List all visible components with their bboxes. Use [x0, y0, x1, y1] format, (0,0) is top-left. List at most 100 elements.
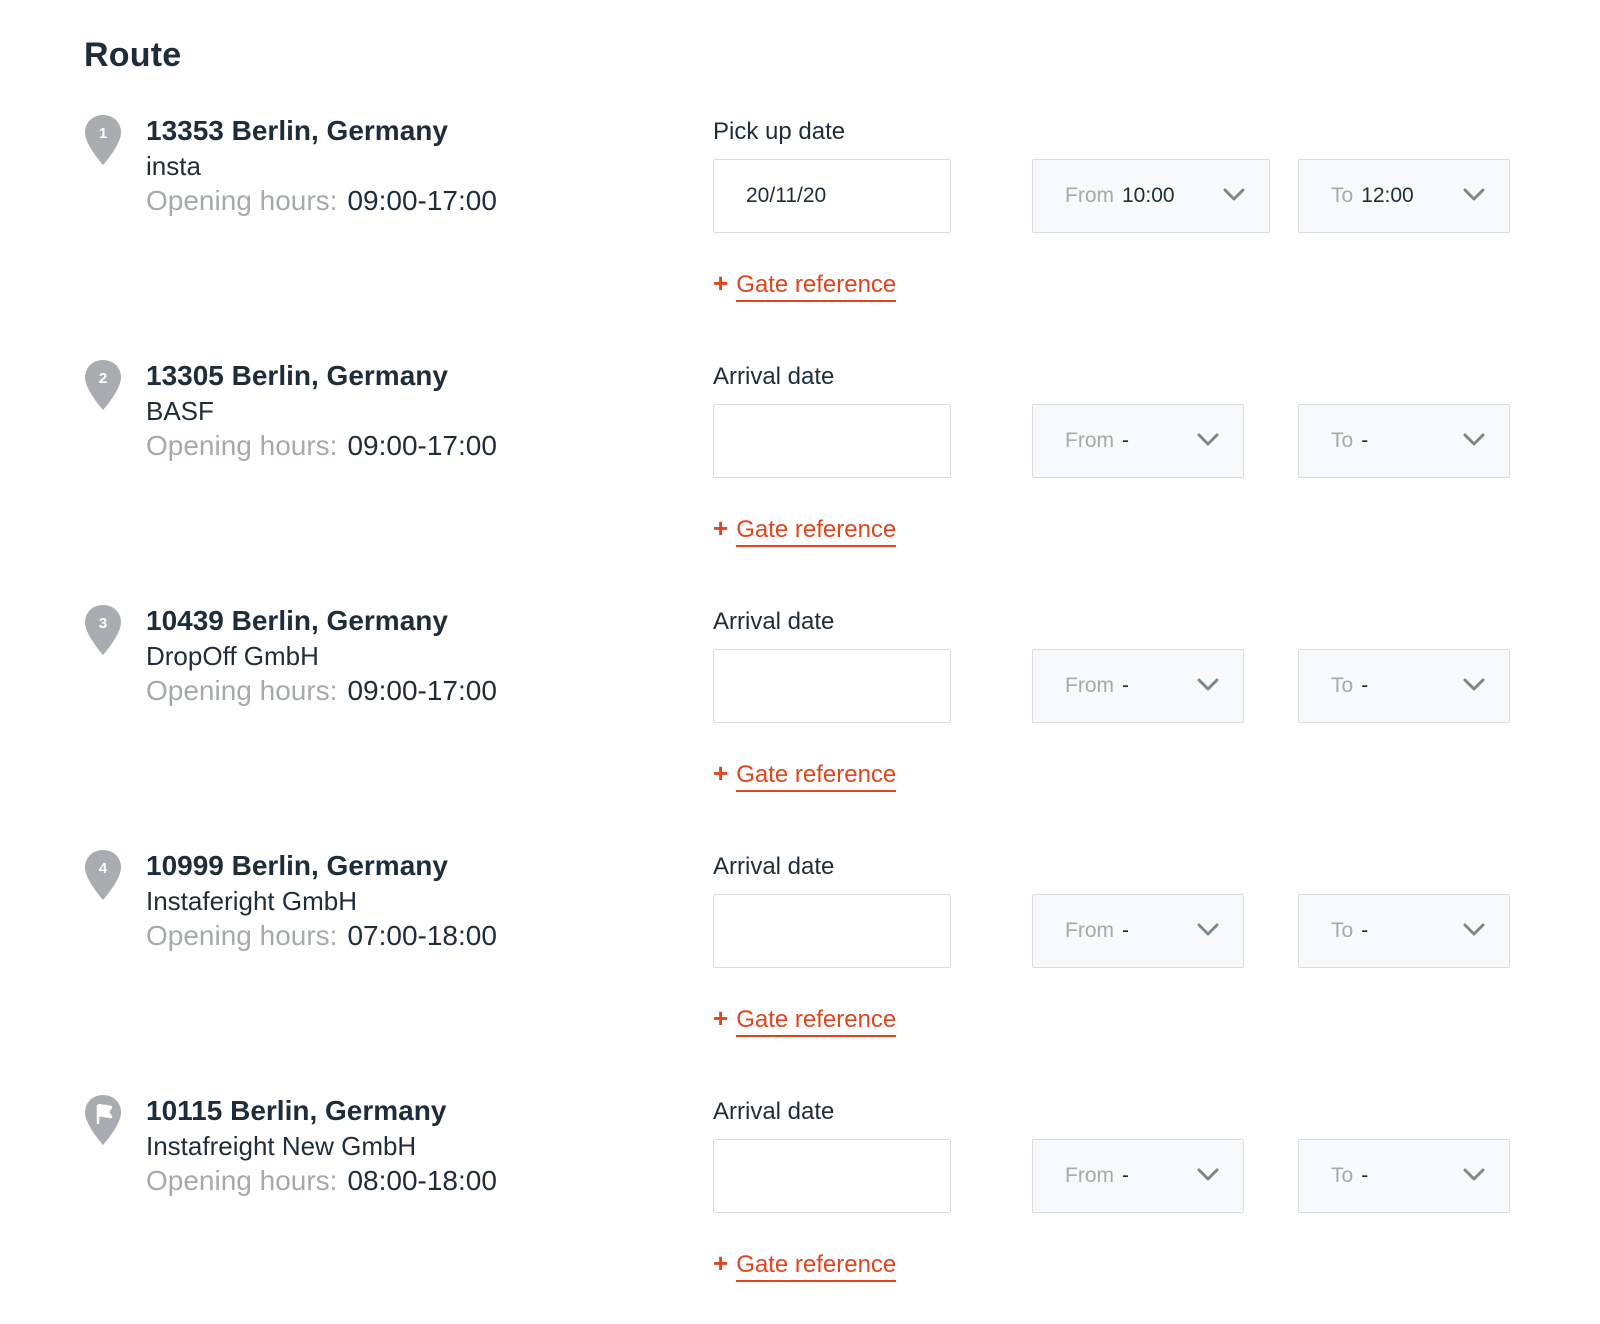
add-gate-reference-link[interactable]: + Gate reference: [713, 267, 897, 302]
pin-number: 1: [99, 125, 107, 142]
location-pin-icon: 3: [84, 604, 122, 656]
stop-company: insta: [146, 151, 201, 181]
to-value: -: [1361, 429, 1369, 452]
location-pin-icon: 1: [84, 114, 122, 166]
to-label: To: [1331, 184, 1354, 207]
opening-hours: Opening hours: 09:00-17:00: [146, 184, 497, 218]
page-title: Route: [84, 36, 182, 74]
stop-company: Instaferight GmbH: [146, 886, 357, 916]
route-stop: 10115 Berlin, Germany Instafreight New Gm…: [0, 1094, 1600, 1324]
date-input[interactable]: [713, 404, 951, 478]
opening-hours-value: 08:00-18:00: [347, 1165, 497, 1196]
date-label: Pick up date: [713, 118, 846, 145]
add-gate-reference-link[interactable]: + Gate reference: [713, 1247, 897, 1282]
plus-icon: +: [713, 758, 729, 788]
chevron-down-icon: [1197, 433, 1219, 446]
from-time-select[interactable]: From -: [1032, 1139, 1244, 1213]
chevron-down-icon: [1223, 188, 1245, 201]
from-time-select[interactable]: From -: [1032, 894, 1244, 968]
chevron-down-icon: [1463, 1168, 1485, 1181]
date-input[interactable]: [713, 894, 951, 968]
add-gate-reference-link[interactable]: + Gate reference: [713, 757, 897, 792]
flag-pin-icon: [84, 1094, 122, 1146]
to-time-select[interactable]: To -: [1298, 649, 1510, 723]
chevron-down-icon: [1463, 188, 1485, 201]
date-input[interactable]: [713, 1139, 951, 1213]
gate-reference-label: Gate reference: [736, 516, 897, 547]
location-pin-icon: 4: [84, 849, 122, 901]
add-gate-reference-link[interactable]: + Gate reference: [713, 1002, 897, 1037]
to-value: -: [1361, 919, 1369, 942]
from-value: -: [1122, 429, 1129, 452]
route-stop: 4 10999 Berlin, Germany Instaferight GmbH O…: [0, 849, 1600, 1079]
stop-company: DropOff GmbH: [146, 641, 319, 671]
route-stop: 3 10439 Berlin, Germany DropOff GmbH Openin…: [0, 604, 1600, 834]
to-label: To: [1331, 429, 1354, 452]
plus-icon: +: [713, 268, 729, 298]
stop-company: Instafreight New GmbH: [146, 1131, 417, 1161]
date-label: Arrival date: [713, 363, 835, 390]
from-time-select[interactable]: From -: [1032, 649, 1244, 723]
add-gate-reference-link[interactable]: + Gate reference: [713, 512, 897, 547]
location-pin-icon: 2: [84, 359, 122, 411]
route-stop: 2 13305 Berlin, Germany BASF Opening hours:…: [0, 359, 1600, 589]
opening-hours: Opening hours: 09:00-17:00: [146, 674, 497, 708]
opening-hours: Opening hours: 08:00-18:00: [146, 1164, 497, 1198]
date-input[interactable]: 20/11/20: [713, 159, 951, 233]
date-input[interactable]: [713, 649, 951, 723]
opening-hours-label: Opening hours:: [146, 430, 338, 461]
plus-icon: +: [713, 1248, 729, 1278]
from-value: 10:00: [1122, 184, 1175, 207]
from-label: From: [1065, 1164, 1114, 1187]
to-value: 12:00: [1361, 184, 1414, 207]
gate-reference-label: Gate reference: [736, 1006, 897, 1037]
opening-hours-label: Opening hours:: [146, 185, 338, 216]
date-label: Arrival date: [713, 608, 835, 635]
opening-hours-value: 09:00-17:00: [347, 675, 497, 706]
opening-hours-value: 07:00-18:00: [347, 920, 497, 951]
to-value: -: [1361, 1164, 1369, 1187]
to-time-select[interactable]: To 12:00: [1298, 159, 1510, 233]
plus-icon: +: [713, 1003, 729, 1033]
pin-number: 3: [99, 615, 107, 632]
opening-hours-value: 09:00-17:00: [347, 185, 497, 216]
to-label: To: [1331, 1164, 1354, 1187]
opening-hours-label: Opening hours:: [146, 920, 338, 951]
from-label: From: [1065, 184, 1114, 207]
from-label: From: [1065, 919, 1114, 942]
from-value: -: [1122, 919, 1129, 942]
chevron-down-icon: [1463, 433, 1485, 446]
pin-number: 2: [99, 370, 107, 387]
stop-address: 13305 Berlin, Germany: [146, 360, 448, 391]
chevron-down-icon: [1463, 923, 1485, 936]
date-label: Arrival date: [713, 853, 835, 880]
chevron-down-icon: [1197, 1168, 1219, 1181]
to-value: -: [1361, 674, 1369, 697]
gate-reference-label: Gate reference: [736, 271, 897, 302]
from-time-select[interactable]: From -: [1032, 404, 1244, 478]
route-stop: 1 13353 Berlin, Germany insta Opening hours…: [0, 114, 1600, 344]
chevron-down-icon: [1197, 678, 1219, 691]
gate-reference-label: Gate reference: [736, 1251, 897, 1282]
stop-company: BASF: [146, 396, 214, 426]
plus-icon: +: [713, 513, 729, 543]
to-time-select[interactable]: To -: [1298, 404, 1510, 478]
to-time-select[interactable]: To -: [1298, 894, 1510, 968]
to-time-select[interactable]: To -: [1298, 1139, 1510, 1213]
from-label: From: [1065, 429, 1114, 452]
date-label: Arrival date: [713, 1098, 835, 1125]
chevron-down-icon: [1197, 923, 1219, 936]
from-value: -: [1122, 674, 1129, 697]
stop-address: 10115 Berlin, Germany: [146, 1095, 447, 1126]
from-value: -: [1122, 1164, 1129, 1187]
to-label: To: [1331, 919, 1354, 942]
to-label: To: [1331, 674, 1354, 697]
opening-hours: Opening hours: 07:00-18:00: [146, 919, 497, 953]
from-label: From: [1065, 674, 1114, 697]
pin-number: 4: [99, 860, 108, 877]
from-time-select[interactable]: From 10:00: [1032, 159, 1270, 233]
chevron-down-icon: [1463, 678, 1485, 691]
stop-address: 13353 Berlin, Germany: [146, 115, 448, 146]
opening-hours-value: 09:00-17:00: [347, 430, 497, 461]
stop-address: 10999 Berlin, Germany: [146, 850, 448, 881]
